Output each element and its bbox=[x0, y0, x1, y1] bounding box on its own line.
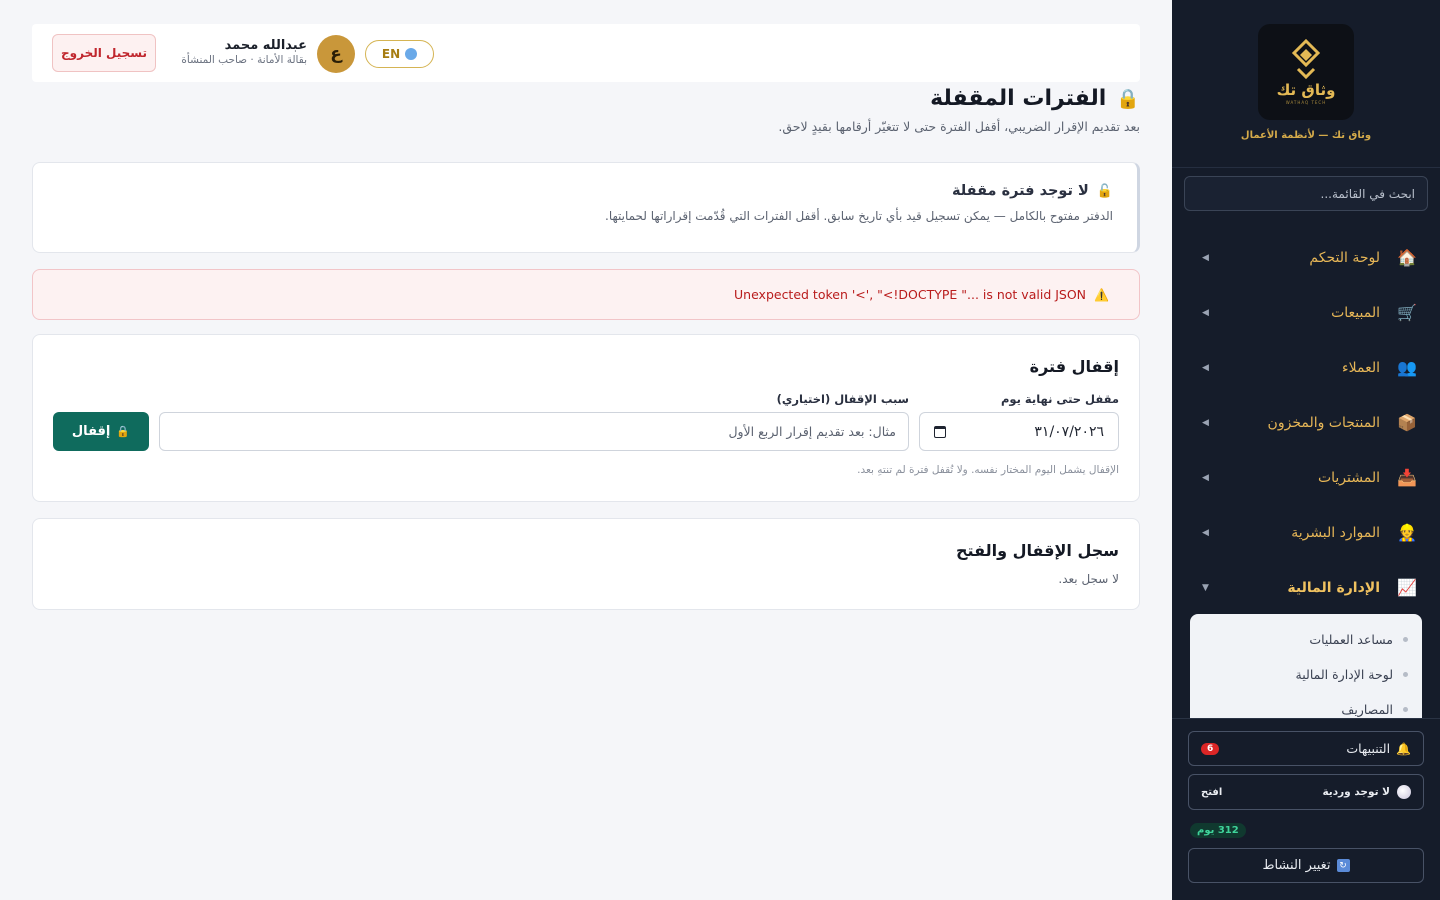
menu-search bbox=[1184, 176, 1428, 211]
chevron-left-icon: ◀ bbox=[1202, 307, 1209, 318]
error-message: Unexpected token '<', "<!DOCTYPE "... is… bbox=[734, 287, 1087, 302]
submenu-item-label: المصاريف bbox=[1341, 702, 1393, 717]
sidebar-item-label: الإدارة المالية bbox=[1287, 579, 1380, 596]
sidebar-item-label: المشتريات bbox=[1317, 469, 1380, 486]
lock-log-title: سجل الإقفال والفتح bbox=[956, 541, 1119, 560]
cart-icon: 🛒 bbox=[1397, 303, 1417, 322]
change-activity-label: تغيير النشاط bbox=[1262, 858, 1331, 873]
lock-reason-input[interactable] bbox=[172, 413, 896, 450]
sidebar-item-hr[interactable]: 👷 الموارد البشرية ◀ bbox=[1172, 505, 1440, 560]
error-alert: ⚠️ Unexpected token '<', "<!DOCTYPE "...… bbox=[32, 269, 1140, 320]
lock-log-empty: لا سجل بعد. bbox=[1058, 572, 1119, 586]
calendar-icon[interactable] bbox=[934, 425, 946, 438]
alerts-count-badge: 6 bbox=[1201, 742, 1220, 755]
lock-period-card: إقفال فترة مقفل حتى نهاية يوم سبب الإقفا… bbox=[32, 334, 1140, 502]
lock-status-card: 🔓 لا توجد فترة مقفلة الدفتر مفتوح بالكام… bbox=[32, 162, 1140, 253]
sidebar-item-label: المنتجات والمخزون bbox=[1267, 414, 1380, 431]
brand: وثاق تك WATHAQ TECH وثاق تك — لأنظمة الأ… bbox=[1172, 0, 1440, 168]
shift-status: لا توجد وردية افتح bbox=[1188, 774, 1424, 810]
lock-date-input[interactable]: ٣١/٠٧/٢٠٢٦ bbox=[919, 412, 1119, 451]
user-info: عبدالله محمد بقالة الأمانة · صاحب المنشأ… bbox=[175, 38, 307, 66]
topbar: EN ع عبدالله محمد بقالة الأمانة · صاحب ا… bbox=[32, 24, 1140, 82]
status-title-row: 🔓 لا توجد فترة مقفلة bbox=[57, 183, 1113, 199]
page-subtitle: بعد تقديم الإقرار الضريبي، أقفل الفترة ح… bbox=[778, 119, 1140, 134]
submenu-item-finance-dashboard[interactable]: لوحة الإدارة المالية bbox=[1190, 657, 1422, 692]
logo-text: وثاق تك bbox=[1276, 81, 1336, 99]
user-name: عبدالله محمد bbox=[224, 38, 307, 53]
person-icon: 👷 bbox=[1397, 523, 1417, 542]
lock-date-label: مقفل حتى نهاية يوم bbox=[1000, 392, 1119, 406]
sidebar-item-label: العملاء bbox=[1342, 359, 1380, 376]
page-title-row: 🔒 الفترات المقفلة bbox=[32, 86, 1140, 111]
unlocked-icon: 🔓 bbox=[1096, 183, 1113, 199]
sidebar-item-finance[interactable]: 📈 الإدارة المالية ▼ bbox=[1172, 560, 1440, 615]
bullet-icon bbox=[1403, 637, 1408, 642]
language-toggle-button[interactable]: EN bbox=[365, 40, 434, 68]
chevron-left-icon: ◀ bbox=[1202, 472, 1209, 483]
chevron-down-icon: ▼ bbox=[1202, 582, 1209, 593]
sidebar-item-label: لوحة التحكم bbox=[1309, 249, 1380, 266]
user-role: بقالة الأمانة · صاحب المنشأة bbox=[181, 54, 307, 66]
bullet-icon bbox=[1403, 672, 1408, 677]
sidebar-item-purchases[interactable]: 📥 المشتريات ◀ bbox=[1172, 450, 1440, 505]
change-activity-button[interactable]: ↻ تغيير النشاط bbox=[1188, 848, 1424, 883]
bullet-icon bbox=[1403, 707, 1408, 712]
sidebar-item-products[interactable]: 📦 المنتجات والمخزون ◀ bbox=[1172, 395, 1440, 450]
alerts-label: التنبيهات bbox=[1346, 741, 1391, 756]
logout-button[interactable]: تسجيل الخروج bbox=[52, 34, 156, 72]
status-title: لا توجد فترة مقفلة bbox=[951, 183, 1089, 199]
bell-icon: 🔔 bbox=[1396, 741, 1411, 756]
lock-icon: 🔒 bbox=[1116, 88, 1140, 110]
submenu-item-operations-assistant[interactable]: مساعد العمليات bbox=[1190, 622, 1422, 657]
users-icon: 👥 bbox=[1397, 358, 1417, 377]
language-label: EN bbox=[381, 47, 401, 61]
sidebar-item-customers[interactable]: 👥 العملاء ◀ bbox=[1172, 340, 1440, 395]
avatar[interactable]: ع bbox=[317, 35, 355, 73]
status-description: الدفتر مفتوح بالكامل — يمكن تسجيل قيد بأ… bbox=[605, 209, 1113, 223]
lock-submit-button[interactable]: 🔒 إقفال bbox=[53, 412, 149, 451]
lock-reason-field bbox=[159, 412, 909, 451]
sidebar-footer: 🔔 التنبيهات 6 لا توجد وردية افتح 312 يوم… bbox=[1172, 718, 1440, 900]
package-icon: 📦 bbox=[1397, 413, 1417, 432]
chevron-left-icon: ◀ bbox=[1202, 362, 1209, 373]
menu-search-input[interactable] bbox=[1197, 186, 1415, 201]
lock-hint: الإقفال يشمل اليوم المختار نفسه. ولا تُق… bbox=[857, 464, 1119, 476]
subscription-days-badge: 312 يوم bbox=[1190, 823, 1246, 838]
sidebar-nav: 🏠 لوحة التحكم ◀ 🛒 المبيعات ◀ 👥 العملاء ◀… bbox=[1172, 230, 1440, 615]
submenu-item-label: لوحة الإدارة المالية bbox=[1295, 667, 1393, 682]
page-title: الفترات المقفلة bbox=[930, 86, 1107, 111]
logo-mark-icon bbox=[1291, 39, 1321, 79]
sidebar-item-label: المبيعات bbox=[1331, 304, 1380, 321]
house-icon: 🏠 bbox=[1397, 248, 1417, 267]
chevron-left-icon: ◀ bbox=[1202, 527, 1209, 538]
inbox-icon: 📥 bbox=[1397, 468, 1417, 487]
warning-icon: ⚠️ bbox=[1094, 287, 1109, 302]
lock-reason-label: سبب الإقفال (اختياري) bbox=[776, 392, 909, 406]
chart-icon: 📈 bbox=[1397, 578, 1417, 597]
lock-submit-label: إقفال bbox=[71, 424, 111, 439]
sidebar: وثاق تك WATHAQ TECH وثاق تك — لأنظمة الأ… bbox=[1172, 0, 1440, 900]
globe-icon bbox=[405, 48, 418, 60]
submenu-item-label: مساعد العمليات bbox=[1309, 632, 1393, 647]
shift-label: لا توجد وردية bbox=[1322, 786, 1390, 798]
lock-date-value: ٣١/٠٧/٢٠٢٦ bbox=[1034, 423, 1104, 440]
sidebar-item-label: الموارد البشرية bbox=[1291, 524, 1380, 541]
lock-icon: 🔒 bbox=[116, 425, 131, 438]
submenu-item-expenses[interactable]: المصاريف bbox=[1190, 692, 1422, 718]
brand-tagline: وثاق تك — لأنظمة الأعمال bbox=[1240, 130, 1372, 141]
alerts-button[interactable]: 🔔 التنبيهات 6 bbox=[1188, 731, 1424, 766]
open-shift-button[interactable]: افتح bbox=[1201, 787, 1222, 798]
refresh-icon: ↻ bbox=[1336, 859, 1350, 872]
shift-status-dot-icon bbox=[1397, 785, 1411, 799]
sidebar-item-dashboard[interactable]: 🏠 لوحة التحكم ◀ bbox=[1172, 230, 1440, 285]
chevron-left-icon: ◀ bbox=[1202, 417, 1209, 428]
lock-log-card: سجل الإقفال والفتح لا سجل بعد. bbox=[32, 518, 1140, 610]
lock-period-title: إقفال فترة bbox=[1029, 357, 1119, 376]
finance-submenu: مساعد العمليات لوحة الإدارة المالية المص… bbox=[1190, 614, 1422, 718]
logo-subtext: WATHAQ TECH bbox=[1285, 100, 1327, 105]
chevron-left-icon: ◀ bbox=[1202, 252, 1209, 263]
logo[interactable]: وثاق تك WATHAQ TECH bbox=[1258, 24, 1354, 120]
sidebar-item-sales[interactable]: 🛒 المبيعات ◀ bbox=[1172, 285, 1440, 340]
page-header: 🔒 الفترات المقفلة بعد تقديم الإقرار الضر… bbox=[32, 86, 1140, 134]
